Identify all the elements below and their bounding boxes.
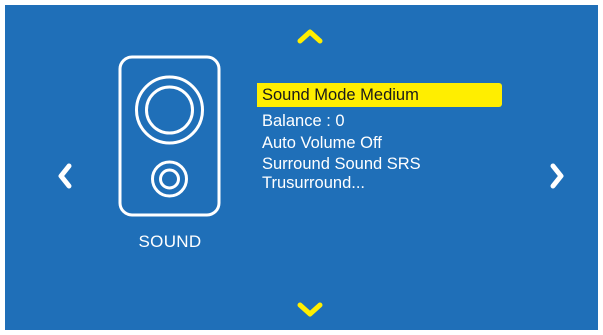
- chevron-down-icon[interactable]: [296, 301, 324, 319]
- chevron-up-icon[interactable]: [296, 27, 324, 45]
- chevron-right-icon[interactable]: [548, 162, 566, 190]
- menu-item-balance[interactable]: Balance : 0: [257, 110, 507, 132]
- settings-menu: Sound Mode Medium Balance : 0 Auto Volum…: [257, 83, 507, 199]
- speaker-icon: [118, 55, 221, 217]
- menu-item-surround-sound[interactable]: Surround Sound SRS Trusurround...: [257, 154, 507, 199]
- menu-item-auto-volume[interactable]: Auto Volume Off: [257, 132, 507, 154]
- sound-settings-screen: SOUND Sound Mode Medium Balance : 0 Auto…: [5, 5, 598, 330]
- menu-item-sound-mode[interactable]: Sound Mode Medium: [257, 83, 502, 107]
- chevron-left-icon[interactable]: [56, 162, 74, 190]
- category-label: SOUND: [138, 232, 202, 251]
